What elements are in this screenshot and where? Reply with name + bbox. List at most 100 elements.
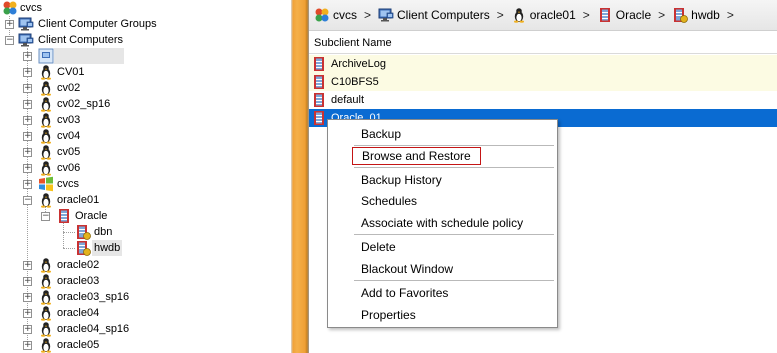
collapse-icon[interactable]: −: [5, 36, 14, 45]
menu-item-backup-history[interactable]: Backup History: [361, 170, 442, 190]
instance-icon: [75, 224, 91, 240]
expand-icon[interactable]: +: [23, 293, 32, 302]
expand-icon[interactable]: +: [23, 132, 32, 141]
menu-item-schedules[interactable]: Schedules: [361, 191, 417, 211]
database-icon: [597, 7, 613, 23]
tree-item-label: oracle04_sp16: [57, 323, 130, 335]
expand-icon[interactable]: +: [23, 309, 32, 318]
linux-icon: [38, 64, 54, 80]
menu-separator: [354, 167, 554, 168]
linux-icon: [38, 144, 54, 160]
breadcrumb: cvcs > Client Computers > oracle01 > Ora…: [309, 0, 777, 31]
context-menu: Backup Browse and Restore Backup History…: [327, 119, 558, 328]
tree-item-label: Client Computer Groups: [38, 18, 157, 30]
tree-item-label: cv06: [57, 162, 81, 174]
tree-item-label: oracle01: [57, 194, 100, 206]
tree-item-label: cv02: [57, 82, 81, 94]
tree-item-label: cv04: [57, 130, 81, 142]
expand-icon[interactable]: +: [23, 325, 32, 334]
breadcrumb-label: hwdb: [691, 8, 720, 22]
linux-icon: [38, 160, 54, 176]
expand-icon[interactable]: +: [23, 100, 32, 109]
tree-item-label: cv02_sp16: [57, 98, 111, 110]
linux-icon: [38, 273, 54, 289]
subclient-icon: [311, 110, 327, 126]
instance-icon: [75, 240, 91, 256]
subclient-name: ArchiveLog: [331, 58, 387, 70]
menu-separator: [354, 280, 554, 281]
menu-item-browse-and-restore[interactable]: Browse and Restore: [352, 147, 481, 165]
table-row[interactable]: ArchiveLog: [309, 55, 777, 73]
expand-icon[interactable]: +: [23, 148, 32, 157]
tree-item-label: oracle03_sp16: [57, 291, 130, 303]
subclient-name: C10BFS5: [331, 76, 379, 88]
tree-root-label: cvcs: [20, 2, 42, 14]
expand-icon[interactable]: +: [23, 341, 32, 350]
linux-icon: [38, 321, 54, 337]
table-row[interactable]: C10BFS5: [309, 73, 777, 91]
menu-item-properties[interactable]: Properties: [361, 305, 416, 325]
breadcrumb-label: cvcs: [333, 8, 357, 22]
expand-icon[interactable]: +: [23, 68, 32, 77]
subclient-icon: [311, 56, 327, 72]
tree-item-label: oracle03: [57, 275, 100, 287]
client-group-icon: [38, 48, 54, 64]
breadcrumb-item-oracle[interactable]: Oracle: [597, 7, 651, 23]
menu-separator: [354, 234, 554, 235]
subclient-icon: [311, 92, 327, 108]
tree-item-label: hwdb: [92, 240, 123, 256]
tree-item-placeholder: [54, 48, 124, 64]
expand-icon[interactable]: +: [23, 164, 32, 173]
breadcrumb-label: oracle01: [529, 8, 576, 22]
tree-item-label: dbn: [94, 226, 113, 238]
tree-item-label: oracle05: [57, 339, 100, 351]
menu-item-blackout-window[interactable]: Blackout Window: [361, 259, 453, 279]
breadcrumb-item-cvcs[interactable]: cvcs: [314, 7, 357, 23]
tree-item-label: Client Computers: [38, 34, 123, 46]
client-computers-icon: [378, 7, 394, 23]
linux-icon: [511, 7, 527, 23]
table-row[interactable]: default: [309, 91, 777, 109]
breadcrumb-separator: >: [658, 8, 666, 22]
expand-icon[interactable]: +: [23, 180, 32, 189]
linux-icon: [38, 305, 54, 321]
breadcrumb-separator: >: [364, 8, 372, 22]
navigation-tree: cvcs + Client Computer Groups − Client C…: [0, 0, 291, 353]
tree-item-label: cv03: [57, 114, 81, 126]
instance-icon: [672, 7, 688, 23]
linux-icon: [38, 192, 54, 208]
breadcrumb-item-oracle01[interactable]: oracle01: [511, 7, 576, 23]
expand-icon[interactable]: +: [23, 261, 32, 270]
expand-icon[interactable]: +: [5, 20, 14, 29]
breadcrumb-item-hwdb[interactable]: hwdb: [672, 7, 720, 23]
tree-item-label: cv05: [57, 146, 81, 158]
linux-icon: [38, 96, 54, 112]
column-header-subclient-name[interactable]: Subclient Name: [309, 32, 777, 54]
breadcrumb-separator: >: [496, 8, 504, 22]
linux-icon: [38, 112, 54, 128]
menu-item-backup[interactable]: Backup: [361, 124, 401, 144]
linux-icon: [38, 289, 54, 305]
breadcrumb-item-client-computers[interactable]: Client Computers: [378, 7, 490, 23]
menu-item-add-to-favorites[interactable]: Add to Favorites: [361, 283, 448, 303]
expand-icon[interactable]: +: [23, 277, 32, 286]
tree-item-label: cvcs: [57, 178, 79, 190]
linux-icon: [38, 80, 54, 96]
linux-icon: [38, 257, 54, 273]
linux-icon: [38, 128, 54, 144]
collapse-icon[interactable]: −: [41, 212, 50, 221]
subclient-icon: [311, 74, 327, 90]
pane-splitter[interactable]: [291, 0, 309, 353]
expand-icon[interactable]: +: [23, 116, 32, 125]
expand-icon[interactable]: +: [23, 52, 32, 61]
menu-item-associate-schedule-policy[interactable]: Associate with schedule policy: [361, 213, 523, 233]
collapse-icon[interactable]: −: [23, 196, 32, 205]
tree-item-label: Oracle: [75, 210, 108, 222]
breadcrumb-label: Client Computers: [397, 8, 490, 22]
computer-group-icon: [18, 16, 34, 32]
menu-separator: [354, 145, 554, 146]
subclient-name: default: [331, 94, 365, 106]
database-icon: [56, 208, 72, 224]
menu-item-delete[interactable]: Delete: [361, 237, 396, 257]
expand-icon[interactable]: +: [23, 84, 32, 93]
